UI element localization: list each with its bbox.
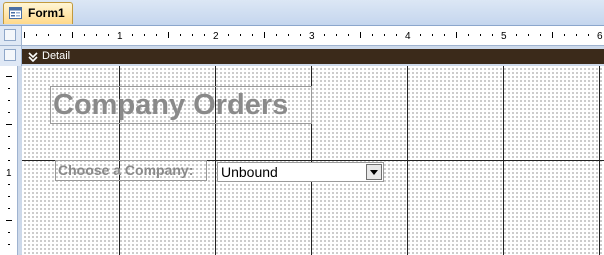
ruler-tick xyxy=(60,34,61,36)
ruler-tick xyxy=(24,32,25,38)
ruler-tick xyxy=(468,34,469,36)
ruler-tick xyxy=(8,232,10,233)
ruler-tick xyxy=(492,34,493,36)
ruler-tick xyxy=(360,32,361,38)
dropdown-button[interactable] xyxy=(366,164,382,180)
ruler-tick xyxy=(528,34,529,36)
detail-section-bar[interactable]: Detail xyxy=(22,49,604,64)
ruler-tick xyxy=(420,34,421,36)
ruler-tick xyxy=(84,34,85,36)
ruler-tick xyxy=(384,34,385,36)
design-grid[interactable]: Company Orders Choose a Company: Unbound xyxy=(22,66,604,255)
tab-form1[interactable]: Form1 xyxy=(3,2,73,24)
ruler-number: 5 xyxy=(501,31,507,42)
ruler-tick xyxy=(480,34,481,36)
horizontal-ruler-ticks: 1 2 3 4 5 6 xyxy=(24,31,603,42)
ruler-tick xyxy=(552,32,553,38)
ruler-tick xyxy=(36,34,37,36)
ruler-number: 2 xyxy=(213,31,219,42)
ruler-tick xyxy=(588,34,589,36)
ruler-tick xyxy=(576,34,577,36)
ruler-number: 6 xyxy=(597,31,603,42)
ruler-tick xyxy=(348,34,349,36)
ruler-tick xyxy=(8,148,10,149)
section-arrow-icon xyxy=(28,52,38,62)
ruler-tick xyxy=(192,34,193,36)
ruler-tick xyxy=(6,76,12,77)
form-icon xyxy=(9,7,22,19)
ruler-tick xyxy=(432,34,433,36)
ruler-number: 1 xyxy=(117,31,123,42)
form-selector-box xyxy=(4,29,16,41)
ruler-tick xyxy=(48,34,49,36)
ruler-tick xyxy=(324,34,325,36)
ruler-tick xyxy=(336,34,337,36)
document-tab-strip: Form1 xyxy=(0,0,604,26)
vertical-ruler-ticks: 1 xyxy=(6,76,12,245)
ruler-tick xyxy=(264,32,265,38)
ruler-tick xyxy=(372,34,373,36)
combo-value: Unbound xyxy=(221,164,278,180)
ruler-tick xyxy=(8,208,10,209)
ruler-tick xyxy=(516,34,517,36)
ruler-tick xyxy=(8,196,10,197)
ruler-tick xyxy=(8,160,10,161)
ruler-tick xyxy=(8,136,10,137)
title-label-control[interactable]: Company Orders xyxy=(50,86,312,124)
ruler-tick xyxy=(8,112,10,113)
ruler-number: 4 xyxy=(405,31,411,42)
ruler-number: 3 xyxy=(309,31,315,42)
ruler-tick xyxy=(132,34,133,36)
horizontal-ruler[interactable]: 1 2 3 4 5 6 xyxy=(22,26,604,46)
ruler-tick xyxy=(252,34,253,36)
ruler-tick xyxy=(180,34,181,36)
ruler-tick xyxy=(240,34,241,36)
ruler-tick xyxy=(144,34,145,36)
detail-section-label: Detail xyxy=(42,50,71,62)
ruler-tick xyxy=(276,34,277,36)
ruler-tick xyxy=(540,34,541,36)
ruler-tick xyxy=(444,34,445,36)
section-selector-box xyxy=(4,49,16,61)
ruler-tick xyxy=(6,124,12,125)
ruler-tick xyxy=(288,34,289,36)
ruler-tick xyxy=(204,34,205,36)
choose-company-label[interactable]: Choose a Company: xyxy=(55,160,207,181)
tab-label: Form1 xyxy=(28,6,65,20)
section-selector[interactable] xyxy=(0,46,22,66)
ruler-tick xyxy=(228,34,229,36)
ruler-tick xyxy=(8,88,10,89)
vertical-ruler[interactable]: 1 xyxy=(0,66,18,255)
dropdown-arrow-icon xyxy=(370,170,378,175)
form-selector[interactable] xyxy=(0,26,22,46)
ruler-tick xyxy=(564,34,565,36)
ruler-number: 1 xyxy=(6,168,12,179)
ruler-tick xyxy=(456,32,457,38)
company-combo-box[interactable]: Unbound xyxy=(217,162,384,182)
ruler-tick xyxy=(8,244,10,245)
ruler-tick xyxy=(8,184,10,185)
ruler-tick xyxy=(168,32,169,38)
ruler-tick xyxy=(108,34,109,36)
ruler-tick xyxy=(8,100,10,101)
ruler-tick xyxy=(156,34,157,36)
ruler-tick xyxy=(96,34,97,36)
ruler-tick xyxy=(300,34,301,36)
ruler-tick xyxy=(396,34,397,36)
ruler-tick xyxy=(72,32,73,38)
ruler-tick xyxy=(6,220,12,221)
